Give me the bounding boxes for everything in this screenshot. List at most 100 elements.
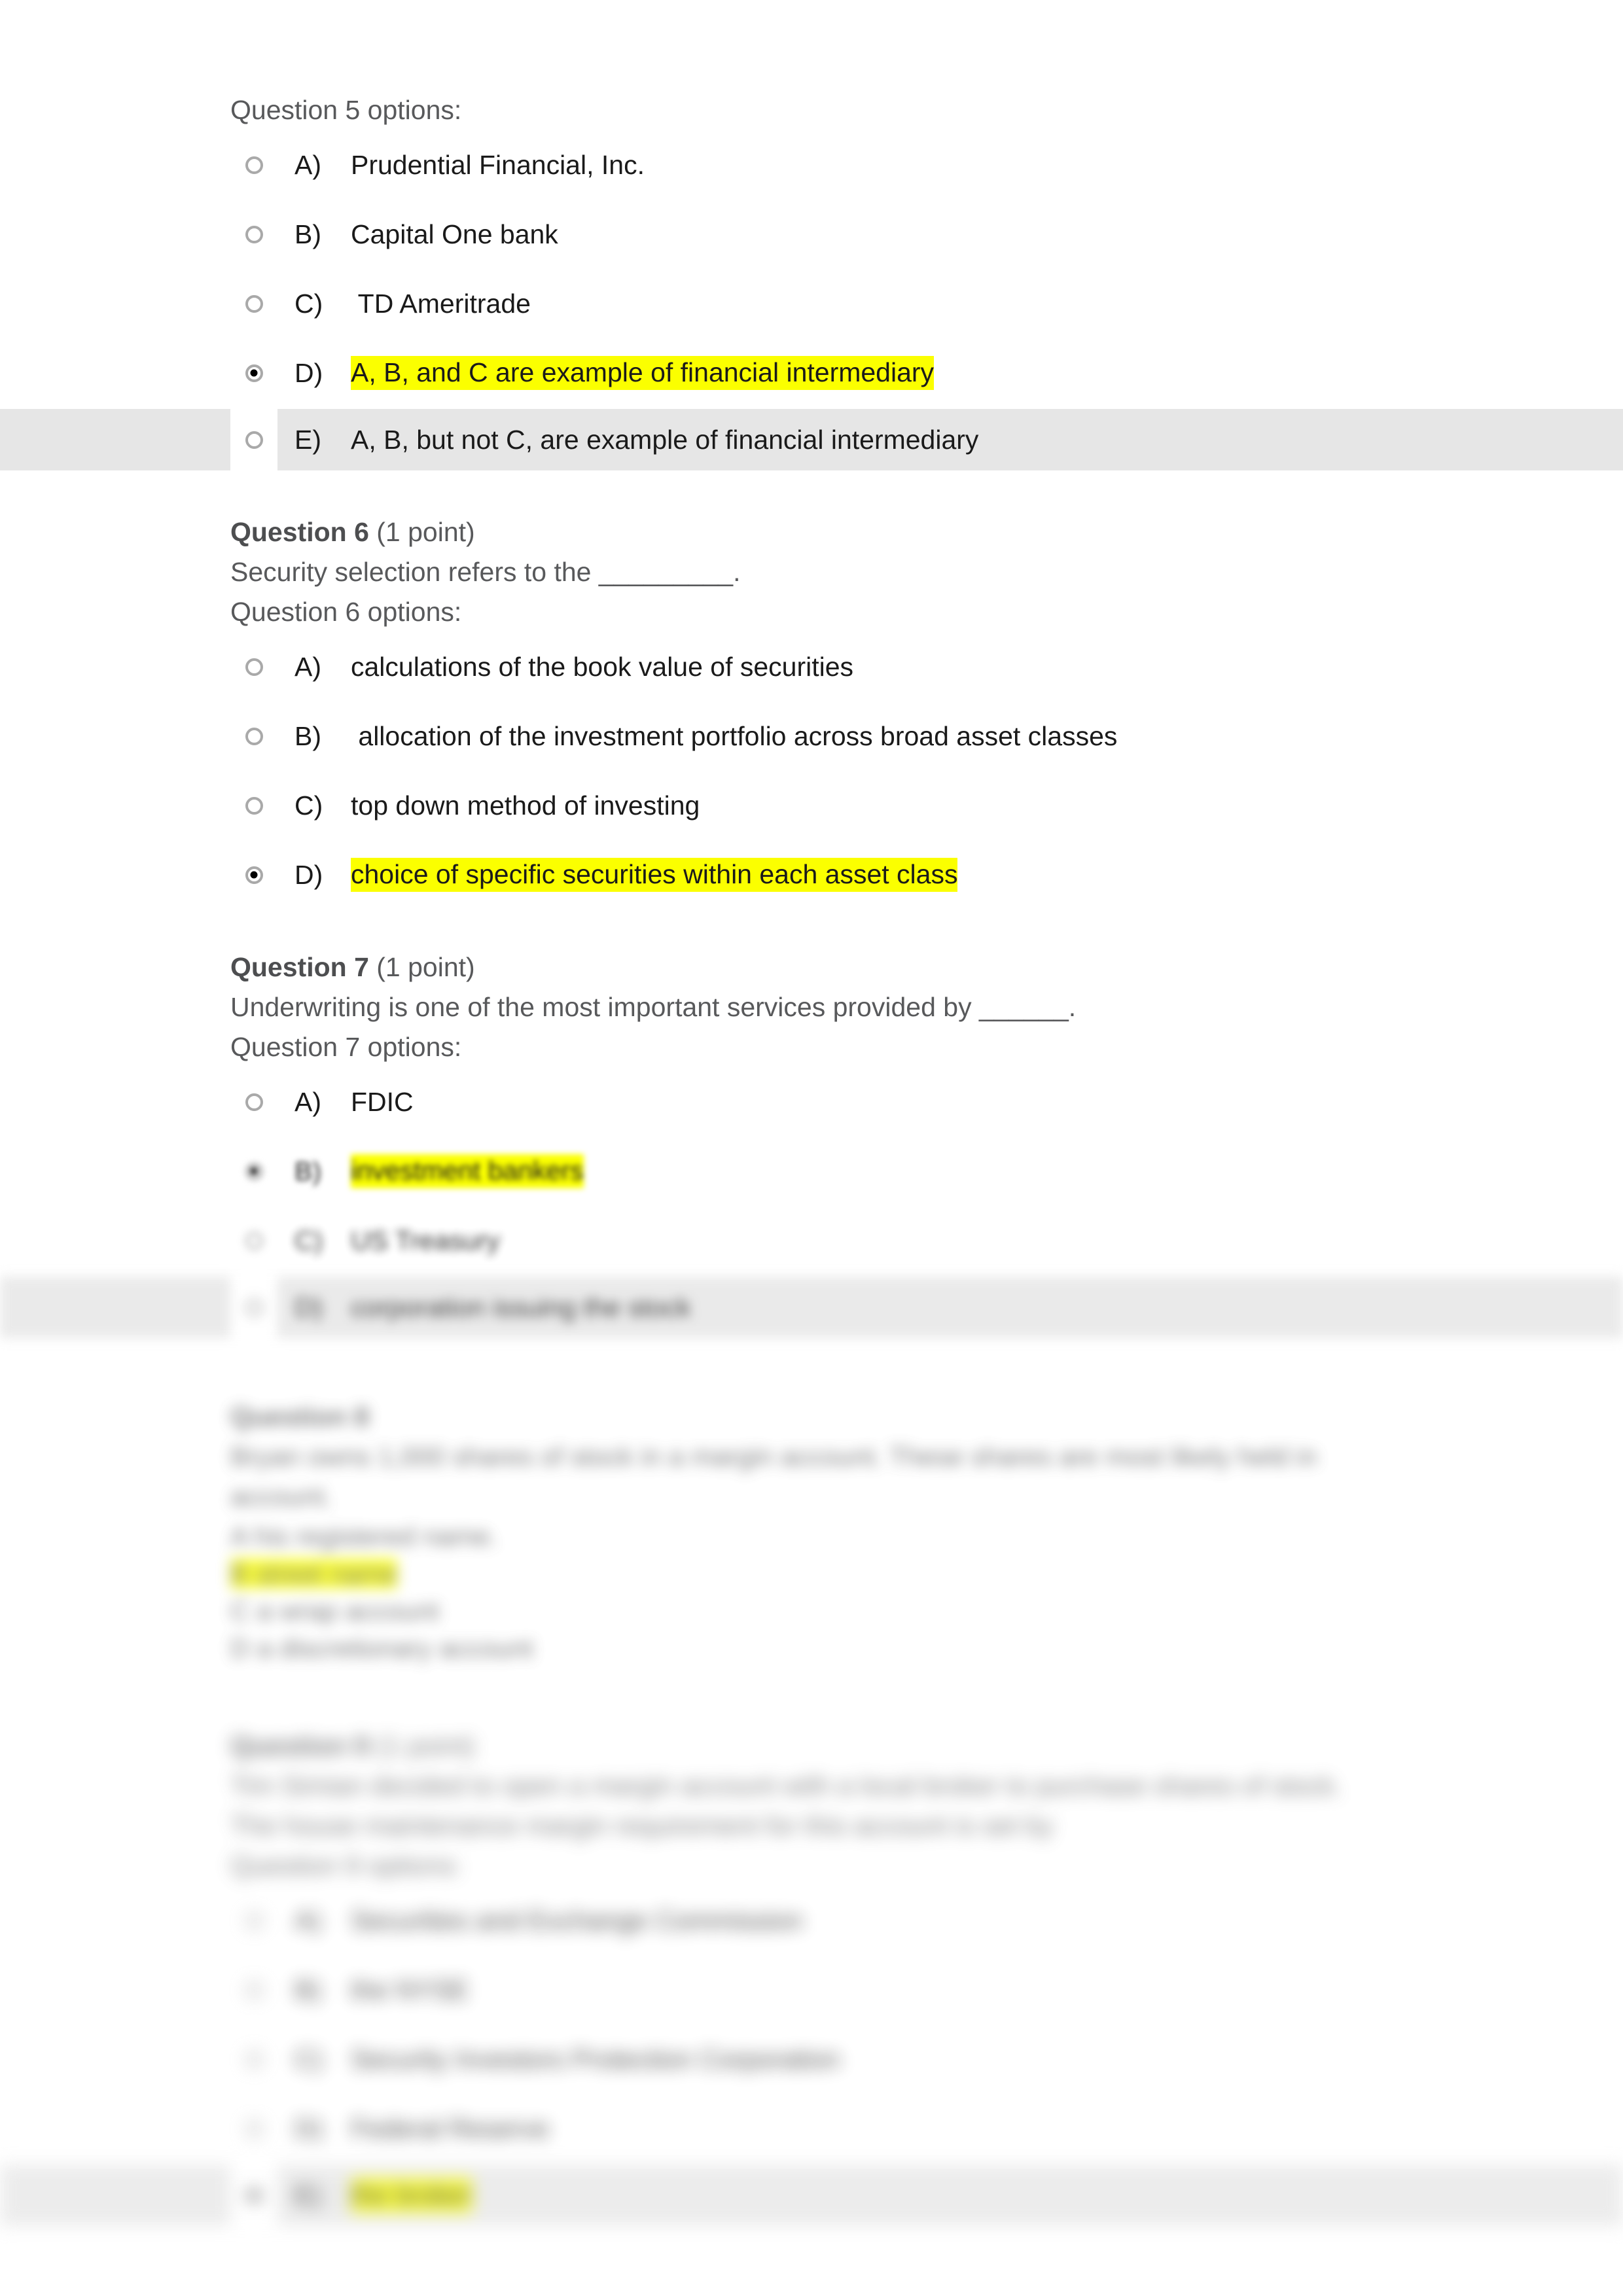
radio-button-cell[interactable] bbox=[230, 2028, 277, 2090]
radio-button-cell[interactable] bbox=[230, 1277, 277, 1338]
radio-button-cell[interactable] bbox=[230, 409, 277, 470]
question-6-option-a[interactable]: A) calculations of the book value of sec… bbox=[0, 636, 1623, 698]
question-9-options-label: Question 9 options: bbox=[230, 1850, 462, 1881]
radio-button-cell[interactable] bbox=[230, 1210, 277, 1271]
option-letter: B) bbox=[294, 1156, 321, 1186]
radio-button-cell[interactable] bbox=[230, 273, 277, 334]
question-9-option-a[interactable]: A) Securities and Exchange Commission bbox=[0, 1890, 1623, 1951]
radio-button-cell[interactable] bbox=[230, 203, 277, 265]
radio-button-icon[interactable] bbox=[245, 1231, 263, 1250]
question-9-option-c[interactable]: C) Security Investors Protection Corpora… bbox=[0, 2028, 1623, 2090]
option-text: top down method of investing bbox=[351, 790, 700, 821]
question-7-option-b-wrap: B) investment bankers bbox=[0, 1140, 1623, 1202]
radio-button-icon[interactable] bbox=[245, 431, 263, 449]
radio-button-icon[interactable] bbox=[245, 294, 263, 313]
radio-button-icon[interactable] bbox=[245, 2050, 263, 2068]
question-9-title: Question 9 bbox=[230, 1731, 369, 1761]
option-text-highlighted: the broker bbox=[351, 2178, 472, 2212]
radio-button-cell[interactable] bbox=[230, 1071, 277, 1133]
question-8-option-c[interactable]: C a wrap account bbox=[0, 1598, 1623, 1625]
radio-button-selected-icon[interactable] bbox=[245, 364, 263, 382]
option-letter: A) bbox=[294, 149, 321, 180]
radio-button-icon[interactable] bbox=[245, 225, 263, 243]
option-letter: C) bbox=[294, 2043, 323, 2074]
question-7-title: Question 7 bbox=[230, 952, 369, 982]
question-7-option-a[interactable]: A) FDIC bbox=[0, 1071, 1623, 1133]
question-8-option-a[interactable]: A his registered name. bbox=[0, 1523, 1623, 1550]
radio-button-cell[interactable] bbox=[230, 636, 277, 698]
question-5-option-d[interactable]: D) A, B, and C are example of financial … bbox=[0, 342, 1623, 404]
radio-button-selected-icon[interactable] bbox=[245, 866, 263, 884]
question-8-option-d[interactable]: D a discretionary account bbox=[0, 1635, 1623, 1662]
question-7-option-c[interactable]: C) US Treasury bbox=[0, 1210, 1623, 1271]
option-text-highlighted: choice of specific securities within eac… bbox=[351, 858, 958, 892]
radio-button-icon[interactable] bbox=[245, 156, 263, 174]
question-9-option-d[interactable]: D) Federal Reserve bbox=[0, 2098, 1623, 2159]
option-letter: A) bbox=[294, 1905, 321, 1935]
option-letter: C) bbox=[294, 790, 323, 821]
option-letter: B) bbox=[294, 720, 321, 751]
question-7-points: (1 point) bbox=[368, 952, 475, 982]
question-6-option-d[interactable]: D) choice of specific securities within … bbox=[0, 844, 1623, 906]
option-text: allocation of the investment portfolio a… bbox=[351, 720, 1118, 751]
radio-button-icon[interactable] bbox=[245, 2119, 263, 2138]
radio-button-cell[interactable] bbox=[230, 2164, 277, 2226]
radio-button-icon[interactable] bbox=[245, 1298, 263, 1316]
document-content: Question 5 options: A) Prudential Financ… bbox=[0, 0, 1623, 2226]
question-6-points: (1 point) bbox=[368, 517, 475, 547]
question-7-option-d[interactable]: D) corporation issuing the stock bbox=[0, 1277, 1623, 1338]
question-9-prompt-line-1: Tim Simian decided to open a margin acco… bbox=[230, 1771, 1342, 1801]
option-letter: C) bbox=[294, 288, 323, 319]
radio-button-icon[interactable] bbox=[245, 658, 263, 676]
option-text: Prudential Financial, Inc. bbox=[351, 149, 645, 180]
question-9-block: Question 9 (1 point) Tim Simian decided … bbox=[0, 1733, 1623, 2226]
question-8-option-b[interactable]: B street name bbox=[0, 1559, 1623, 1589]
option-text: FDIC bbox=[351, 1086, 414, 1117]
option-letter: D) bbox=[294, 357, 323, 388]
option-letter: A) bbox=[294, 651, 321, 682]
radio-button-icon[interactable] bbox=[245, 1093, 263, 1111]
question-5-option-e[interactable]: E) A, B, but not C, are example of finan… bbox=[0, 409, 1623, 470]
question-7-option-d-wrap: D) corporation issuing the stock bbox=[0, 1277, 1623, 1338]
radio-button-cell[interactable] bbox=[230, 1890, 277, 1951]
question-6-prompt: Security selection refers to the _______… bbox=[230, 557, 741, 587]
question-7-options-label: Question 7 options: bbox=[230, 1032, 462, 1062]
radio-button-cell[interactable] bbox=[230, 1959, 277, 2021]
question-9-option-e[interactable]: E) the broker bbox=[0, 2164, 1623, 2226]
radio-button-cell[interactable] bbox=[230, 134, 277, 196]
question-9-option-b[interactable]: B) the NYSE bbox=[0, 1959, 1623, 2021]
radio-button-icon[interactable] bbox=[245, 727, 263, 745]
radio-button-icon[interactable] bbox=[245, 1911, 263, 1930]
question-7-option-b[interactable]: B) investment bankers bbox=[0, 1140, 1623, 1202]
question-7-option-c-wrap: C) US Treasury bbox=[0, 1210, 1623, 1271]
radio-button-cell[interactable] bbox=[230, 775, 277, 836]
option-text: Capital One bank bbox=[351, 219, 558, 249]
radio-button-cell[interactable] bbox=[230, 705, 277, 767]
option-text-highlighted: A, B, and C are example of financial int… bbox=[351, 356, 935, 390]
question-5-option-b[interactable]: B) Capital One bank bbox=[0, 203, 1623, 265]
question-8-option-b-text: B street name bbox=[230, 1559, 398, 1589]
radio-button-cell[interactable] bbox=[230, 342, 277, 404]
radio-button-icon[interactable] bbox=[245, 796, 263, 815]
radio-button-cell[interactable] bbox=[230, 1140, 277, 1202]
question-5-option-c[interactable]: C) TD Ameritrade bbox=[0, 273, 1623, 334]
option-text: Federal Reserve bbox=[351, 2113, 550, 2144]
radio-button-selected-icon[interactable] bbox=[245, 2186, 263, 2204]
option-text: US Treasury bbox=[351, 1225, 500, 1256]
question-6-block: Question 6 (1 point) Security selection … bbox=[0, 519, 1623, 906]
option-text: Securities and Exchange Commission bbox=[351, 1905, 803, 1935]
radio-button-cell[interactable] bbox=[230, 844, 277, 906]
question-6-option-c[interactable]: C) top down method of investing bbox=[0, 775, 1623, 836]
document-page: Question 5 options: A) Prudential Financ… bbox=[0, 0, 1623, 2296]
radio-button-icon[interactable] bbox=[245, 1981, 263, 1999]
question-6-title: Question 6 bbox=[230, 517, 369, 547]
option-text: corporation issuing the stock bbox=[351, 1292, 691, 1322]
option-letter: C) bbox=[294, 1225, 323, 1256]
question-8-title: Question 8 bbox=[230, 1402, 369, 1432]
option-text-highlighted: investment bankers bbox=[351, 1154, 584, 1188]
radio-button-selected-icon[interactable] bbox=[245, 1162, 263, 1180]
option-text: calculations of the book value of securi… bbox=[351, 651, 854, 682]
radio-button-cell[interactable] bbox=[230, 2098, 277, 2159]
question-6-option-b[interactable]: B) allocation of the investment portfoli… bbox=[0, 705, 1623, 767]
question-5-option-a[interactable]: A) Prudential Financial, Inc. bbox=[0, 134, 1623, 196]
